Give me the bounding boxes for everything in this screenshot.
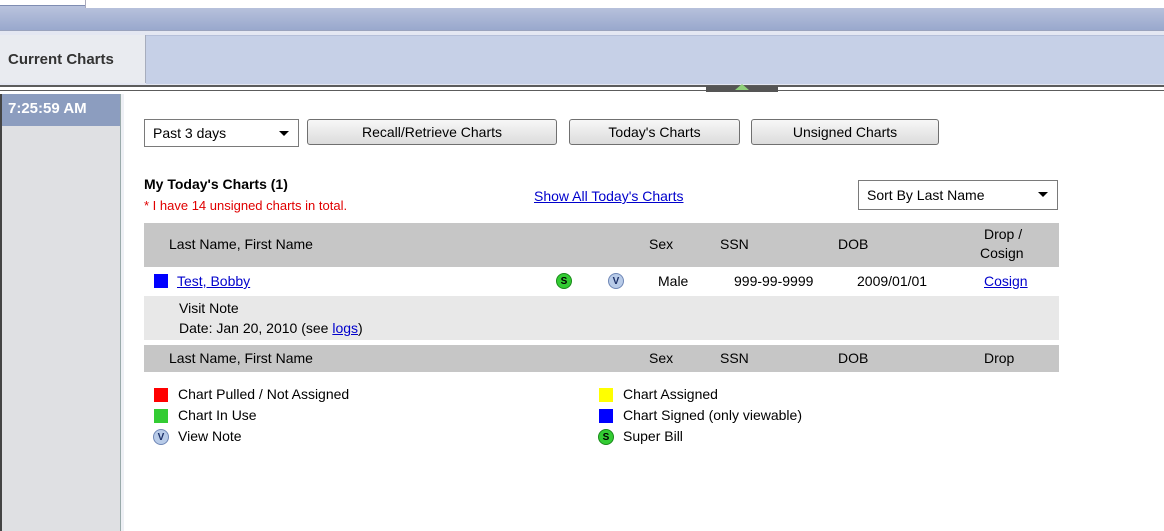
tab-label: Current Charts — [8, 50, 114, 68]
top-bar — [0, 0, 1164, 31]
col-dob: DOB — [838, 236, 869, 252]
footer-col-sex: Sex — [649, 350, 674, 366]
legend-label: Super Bill — [623, 428, 683, 444]
table-header: Last Name, First Name Sex SSN DOB Drop /… — [144, 223, 1059, 267]
legend-red-square — [154, 388, 168, 402]
footer-col-ssn: SSN — [720, 350, 749, 366]
view-note-icon[interactable]: V — [608, 273, 624, 289]
expand-arrow-icon[interactable] — [735, 84, 749, 90]
legend-label: View Note — [178, 428, 242, 444]
tab-current-charts[interactable]: Current Charts — [0, 35, 146, 83]
top-bar-strip — [0, 5, 1164, 31]
recall-charts-button[interactable]: Recall/Retrieve Charts — [307, 119, 557, 145]
footer-col-dob: DOB — [838, 350, 869, 366]
patient-name-link[interactable]: Test, Bobby — [177, 273, 250, 289]
top-bar-notch — [85, 0, 1164, 8]
col-drop: Drop / — [984, 226, 1023, 242]
sort-select-value: Sort By Last Name — [867, 187, 985, 203]
left-panel: 7:25:59 AM — [0, 94, 122, 531]
legend-label: Chart Pulled / Not Assigned — [178, 386, 350, 402]
row-ssn: 999-99-9999 — [734, 273, 814, 289]
legend: Chart Pulled / Not Assigned Chart Assign… — [144, 386, 1059, 466]
row-dob: 2009/01/01 — [857, 273, 928, 289]
logs-link[interactable]: logs — [332, 320, 358, 336]
tab-bar-fill — [146, 35, 1164, 84]
super-bill-icon: S — [598, 429, 614, 445]
show-all-todays-charts-link[interactable]: Show All Today's Charts — [534, 188, 684, 204]
table-footer-header: Last Name, First Name Sex SSN DOB Drop — [144, 345, 1059, 372]
splitter[interactable] — [0, 85, 1164, 91]
header: Current Charts — [0, 30, 1164, 86]
main-panel: Past 3 days Recall/Retrieve Charts Today… — [124, 94, 1164, 531]
chart-status-square — [154, 274, 168, 288]
footer-col-name: Last Name, First Name — [169, 350, 313, 366]
visit-note-date-prefix: Date: Jan 20, 2010 (see — [179, 320, 333, 336]
visit-note-date: Date: Jan 20, 2010 (see logs) — [179, 320, 363, 336]
legend-green-square — [154, 409, 168, 423]
date-range-select[interactable]: Past 3 days — [144, 119, 299, 147]
unsigned-charts-button[interactable]: Unsigned Charts — [751, 119, 939, 145]
col-sex: Sex — [649, 236, 674, 252]
chevron-down-icon — [279, 131, 289, 136]
legend-yellow-square — [599, 388, 613, 402]
clock-time: 7:25:59 AM — [2, 94, 122, 126]
cosign-link[interactable]: Cosign — [984, 273, 1028, 289]
legend-blue-square — [599, 409, 613, 423]
legend-label: Chart In Use — [178, 407, 257, 423]
footer-col-drop: Drop — [984, 350, 1015, 366]
table-row: Test, Bobby S V Male 999-99-9999 2009/01… — [144, 267, 1059, 295]
unsigned-warning: * I have 14 unsigned charts in total. — [144, 198, 348, 213]
sort-select[interactable]: Sort By Last Name — [858, 180, 1058, 210]
todays-charts-button[interactable]: Today's Charts — [569, 119, 740, 145]
row-sex: Male — [658, 273, 689, 289]
col-ssn: SSN — [720, 236, 749, 252]
visit-note-title: Visit Note — [179, 300, 239, 316]
visit-note-date-suffix: ) — [358, 320, 363, 336]
chevron-down-icon — [1038, 192, 1048, 197]
view-note-icon: V — [153, 429, 169, 445]
section-title: My Today's Charts (1) — [144, 176, 288, 192]
legend-label: Chart Signed (only viewable) — [623, 407, 802, 423]
legend-label: Chart Assigned — [623, 386, 718, 402]
col-cosign: Cosign — [980, 245, 1024, 261]
visit-note-row: Visit Note Date: Jan 20, 2010 (see logs) — [144, 296, 1059, 340]
date-range-value: Past 3 days — [153, 125, 227, 141]
col-name: Last Name, First Name — [169, 236, 313, 252]
super-bill-icon[interactable]: S — [556, 273, 572, 289]
